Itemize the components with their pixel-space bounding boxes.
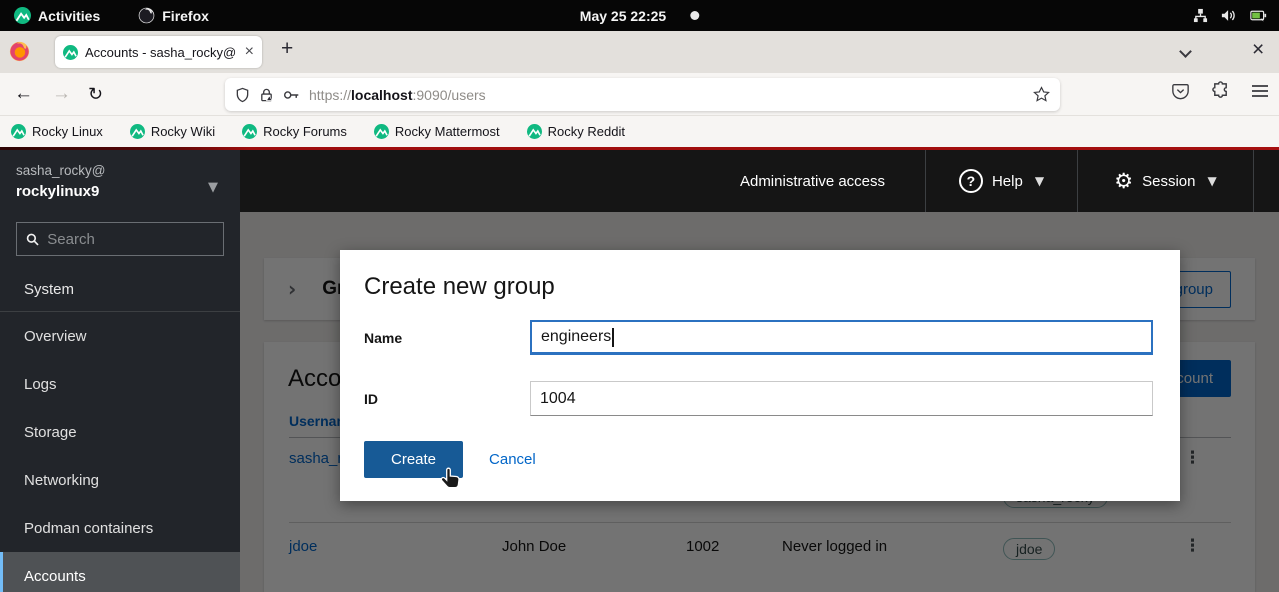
chevron-down-icon: ▼: [1035, 174, 1044, 188]
bookmark-label: Rocky Forums: [263, 124, 347, 139]
sidebar-item-podman[interactable]: Podman containers: [0, 504, 240, 552]
activities-button[interactable]: Activities: [14, 7, 100, 24]
browser-tab-bar: Accounts - sasha_rocky@ × + ×: [0, 31, 1279, 73]
rocky-logo-icon: [242, 124, 257, 139]
window-close-icon[interactable]: ×: [1252, 38, 1264, 62]
browser-nav-bar: ← → ↻ https://localhost:9090/users: [0, 73, 1279, 116]
administrative-access-button[interactable]: Administrative access: [700, 150, 925, 212]
notification-dot-icon: [690, 11, 699, 20]
cockpit-app: sasha_rocky@ rockylinux9 ▼ System Overvi…: [0, 147, 1279, 592]
firefox-label: Firefox: [162, 8, 209, 24]
sidebar-item-overview[interactable]: Overview: [0, 312, 240, 360]
rocky-logo-icon: [11, 124, 26, 139]
sidebar-search[interactable]: [16, 222, 224, 256]
chevron-down-icon: ▼: [208, 180, 218, 195]
extensions-puzzle-icon[interactable]: [1211, 81, 1230, 100]
sidebar-item-networking[interactable]: Networking: [0, 456, 240, 504]
group-name-input[interactable]: engineers: [530, 320, 1153, 355]
firefox-icon: [138, 7, 155, 24]
bookmark-label: Rocky Linux: [32, 124, 103, 139]
bookmark-label: Rocky Reddit: [548, 124, 625, 139]
firefox-menu-button[interactable]: Firefox: [138, 7, 209, 24]
lock-warning-icon[interactable]: [259, 87, 274, 103]
browser-tab-accounts[interactable]: Accounts - sasha_rocky@ ×: [55, 36, 262, 68]
tab-title: Accounts - sasha_rocky@: [85, 45, 238, 60]
create-group-modal: Create new group Name engineers ID 1004 …: [340, 250, 1180, 501]
url-text: https://localhost:9090/users: [309, 87, 486, 103]
list-all-tabs-icon[interactable]: [1179, 45, 1192, 58]
bookmark-rocky-mattermost[interactable]: Rocky Mattermost: [374, 124, 500, 139]
gnome-top-bar: Activities Firefox May 25 22:25: [0, 0, 1279, 31]
volume-icon: [1221, 8, 1237, 23]
admin-access-label: Administrative access: [740, 173, 885, 190]
reload-icon[interactable]: ↻: [88, 82, 103, 106]
firefox-app-icon[interactable]: [9, 41, 30, 62]
session-menu[interactable]: ⚙ Session ▼: [1077, 150, 1254, 212]
modal-title: Create new group: [364, 273, 1156, 301]
back-icon[interactable]: ←: [14, 82, 33, 106]
key-icon[interactable]: [283, 89, 300, 101]
url-bar[interactable]: https://localhost:9090/users: [225, 78, 1060, 111]
bookmark-star-icon[interactable]: [1033, 86, 1050, 103]
pocket-icon[interactable]: [1171, 82, 1190, 100]
sidebar-item-system[interactable]: System: [0, 272, 240, 311]
battery-icon: [1250, 8, 1267, 23]
rocky-logo-icon: [14, 7, 31, 24]
new-tab-button[interactable]: +: [281, 37, 293, 61]
user-menu[interactable]: sasha_rocky@ rockylinux9 ▼: [0, 150, 240, 210]
sidebar-item-storage[interactable]: Storage: [0, 408, 240, 456]
chevron-down-icon: ▼: [1207, 174, 1216, 188]
shield-icon[interactable]: [235, 87, 250, 103]
gear-icon: ⚙: [1114, 171, 1133, 192]
help-question-icon: ?: [959, 169, 983, 193]
search-input[interactable]: [47, 231, 214, 248]
rocky-logo-icon: [130, 124, 145, 139]
clock-text: May 25 22:25: [580, 8, 666, 24]
clock-area[interactable]: May 25 22:25: [580, 8, 699, 24]
user-name: sasha_rocky@: [16, 163, 224, 178]
rocky-logo-icon: [374, 124, 389, 139]
text-caret: [612, 328, 614, 347]
help-menu[interactable]: ? Help ▼: [925, 150, 1077, 212]
bookmark-rocky-forums[interactable]: Rocky Forums: [242, 124, 347, 139]
activities-label: Activities: [38, 8, 100, 24]
group-name-value: engineers: [541, 328, 611, 346]
cancel-link[interactable]: Cancel: [489, 451, 536, 468]
mouse-cursor-hand-icon: [441, 467, 460, 491]
group-id-input[interactable]: 1004: [530, 381, 1153, 416]
sidebar-item-accounts[interactable]: Accounts: [0, 552, 240, 592]
rocky-logo-icon: [527, 124, 542, 139]
bookmark-label: Rocky Mattermost: [395, 124, 500, 139]
network-icon: [1193, 8, 1208, 23]
search-icon: [26, 232, 39, 247]
bookmark-rocky-linux[interactable]: Rocky Linux: [11, 124, 103, 139]
bookmark-rocky-wiki[interactable]: Rocky Wiki: [130, 124, 215, 139]
sidebar-item-logs[interactable]: Logs: [0, 360, 240, 408]
name-field-label: Name: [364, 330, 530, 346]
bookmarks-bar: Rocky Linux Rocky Wiki Rocky Forums Rock…: [0, 116, 1279, 147]
session-label: Session: [1142, 173, 1195, 190]
group-id-value: 1004: [540, 390, 576, 408]
screen: Activities Firefox May 25 22:25: [0, 0, 1279, 592]
tab-favicon-rocky-icon: [63, 45, 78, 60]
masthead: Administrative access ? Help ▼ ⚙ Session…: [240, 150, 1279, 212]
sidebar: sasha_rocky@ rockylinux9 ▼ System Overvi…: [0, 150, 240, 592]
menu-hamburger-icon[interactable]: [1251, 83, 1269, 99]
bookmark-rocky-reddit[interactable]: Rocky Reddit: [527, 124, 625, 139]
system-tray[interactable]: [1193, 8, 1267, 23]
user-hostname: rockylinux9: [16, 183, 224, 200]
id-field-label: ID: [364, 391, 530, 407]
forward-icon[interactable]: →: [52, 82, 71, 106]
tab-close-icon[interactable]: ×: [245, 44, 254, 60]
help-label: Help: [992, 173, 1023, 190]
bookmark-label: Rocky Wiki: [151, 124, 215, 139]
